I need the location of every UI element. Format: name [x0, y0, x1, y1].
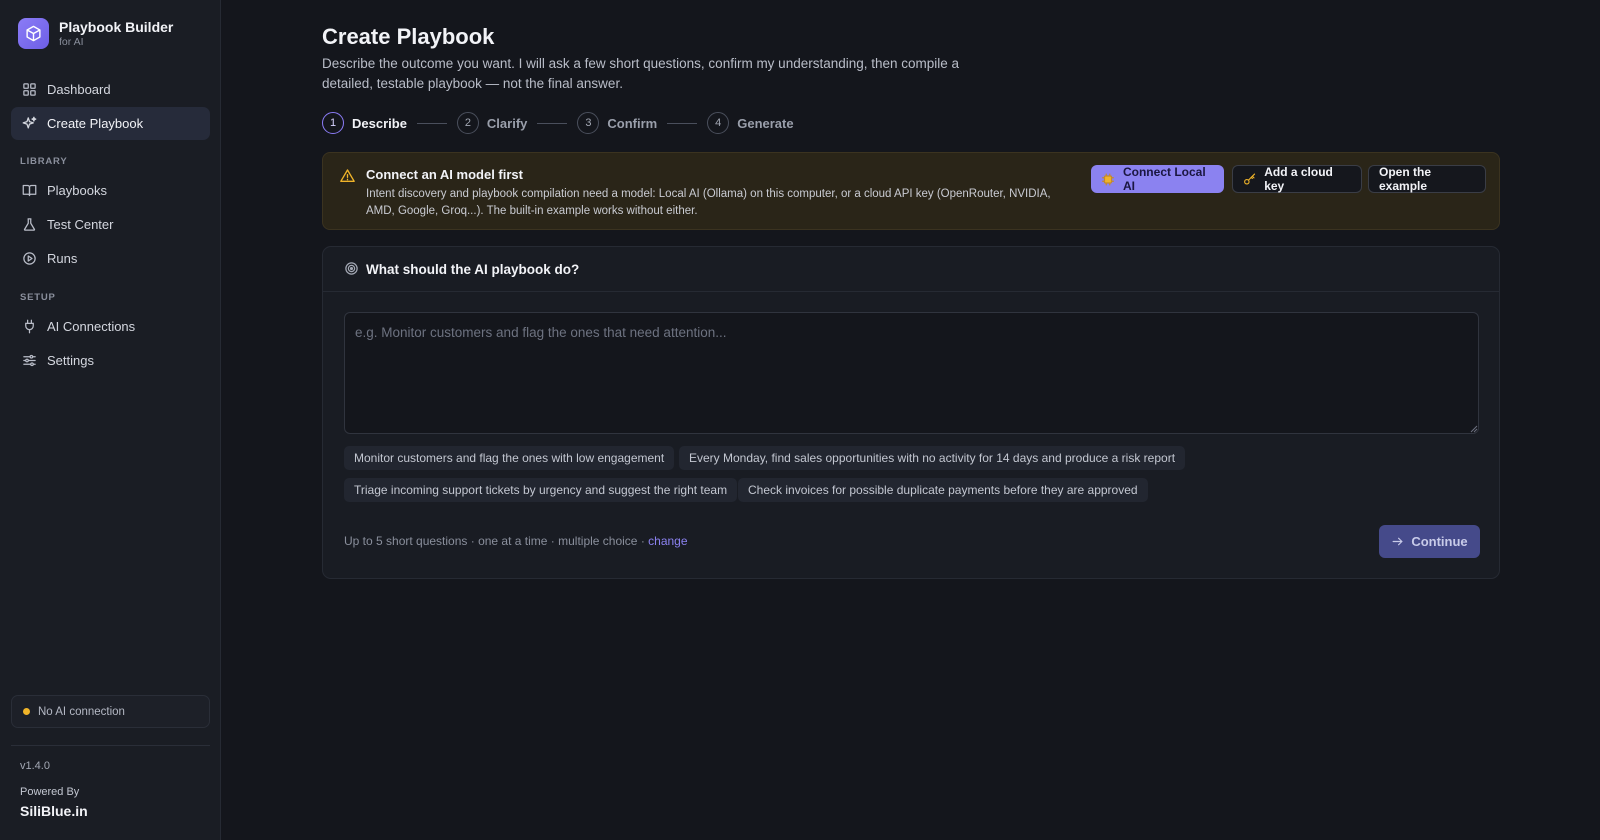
sidebar-item-runs[interactable]: Runs: [11, 242, 210, 275]
step-describe[interactable]: 1 Describe: [322, 112, 407, 134]
app-subtitle: for AI: [59, 35, 84, 48]
grid-icon: [23, 83, 36, 96]
connection-status-text: No AI connection: [38, 705, 125, 718]
arrow-right-icon: [1392, 537, 1403, 546]
section-heading-library: LIBRARY: [20, 156, 68, 167]
step-connector: [667, 122, 698, 124]
key-icon: [1244, 173, 1256, 185]
step-number: 3: [577, 112, 600, 134]
continue-button[interactable]: Continue: [1379, 525, 1480, 558]
connection-status[interactable]: No AI connection: [11, 695, 210, 728]
hint-text: Up to 5 short questions · one at a time …: [344, 534, 649, 548]
question-settings-hint: Up to 5 short questions · one at a time …: [344, 534, 688, 548]
powered-by-label: Powered By: [20, 786, 80, 798]
play-circle-icon: [23, 252, 36, 265]
page-title: Create Playbook: [322, 24, 495, 49]
book-icon: [22, 184, 37, 197]
sidebar-item-label: Create Playbook: [47, 116, 144, 131]
connect-local-ai-button[interactable]: Connect Local AI: [1091, 165, 1224, 193]
open-example-button[interactable]: Open the example: [1368, 165, 1486, 193]
alert-title: Connect an AI model first: [366, 167, 523, 182]
sidebar-item-create-playbook[interactable]: Create Playbook: [11, 107, 210, 140]
step-clarify[interactable]: 2 Clarify: [456, 112, 528, 134]
alert-text: Intent discovery and playbook compilatio…: [366, 188, 1051, 217]
stepper: 1 Describe 2 Clarify 3 Confirm 4 Generat…: [322, 111, 794, 135]
cube-logo-icon: [18, 18, 49, 49]
sidebar-item-label: Runs: [47, 251, 78, 266]
sliders-icon: [23, 354, 36, 367]
target-icon: [345, 262, 358, 275]
step-number: 4: [707, 112, 730, 134]
cpu-icon: [1102, 173, 1114, 185]
section-heading-setup: SETUP: [20, 292, 56, 303]
suggestion-chip[interactable]: Triage incoming support tickets by urgen…: [344, 478, 738, 502]
card-title: What should the AI playbook do?: [366, 262, 580, 277]
sidebar-item-label: AI Connections: [47, 319, 136, 334]
suggestion-chip[interactable]: Every Monday, find sales opportunities w…: [679, 446, 1186, 470]
brand[interactable]: Playbook Builder for AI: [18, 18, 173, 49]
step-generate[interactable]: 4 Generate: [707, 112, 794, 134]
page-description: Describe the outcome you want. I will as…: [322, 56, 960, 91]
button-label: Continue: [1411, 534, 1468, 549]
sidebar-divider: [11, 745, 210, 746]
button-label: Connect Local AI: [1122, 165, 1206, 193]
sidebar: Playbook Builder for AI Dashboard Create…: [0, 0, 221, 840]
step-connector: [416, 122, 447, 124]
sidebar-item-playbooks[interactable]: Playbooks: [11, 174, 210, 207]
step-label: Generate: [737, 115, 794, 131]
resize-handle-icon[interactable]: [1470, 425, 1478, 433]
sidebar-item-label: Settings: [47, 353, 94, 368]
app-version: v1.4.0: [20, 760, 50, 772]
add-cloud-key-button[interactable]: Add a cloud key: [1232, 165, 1362, 193]
sidebar-item-settings[interactable]: Settings: [11, 344, 210, 377]
prompt-card: What should the AI playbook do? Monitor …: [322, 246, 1500, 579]
sidebar-item-dashboard[interactable]: Dashboard: [11, 73, 210, 106]
connect-ai-alert: Connect an AI model first Intent discove…: [322, 152, 1500, 230]
step-connector: [537, 122, 568, 124]
button-label: Add a cloud key: [1264, 165, 1333, 193]
step-number: 2: [456, 112, 479, 134]
playbook-goal-input[interactable]: [344, 312, 1479, 434]
step-label: Describe: [352, 115, 407, 131]
powered-by-brand[interactable]: SiliBlue.in: [20, 803, 88, 819]
step-label: Confirm: [607, 115, 658, 131]
flask-icon: [23, 218, 36, 231]
sidebar-item-label: Dashboard: [47, 82, 111, 97]
sidebar-item-ai-connections[interactable]: AI Connections: [11, 310, 210, 343]
sparkle-icon: [22, 116, 37, 129]
status-dot-icon: [23, 708, 30, 715]
suggestion-chip[interactable]: Monitor customers and flag the ones with…: [344, 446, 675, 470]
change-settings-link[interactable]: change: [648, 534, 687, 548]
step-confirm[interactable]: 3 Confirm: [577, 112, 657, 134]
sidebar-item-test-center[interactable]: Test Center: [11, 208, 210, 241]
step-label: Clarify: [486, 115, 528, 131]
card-header: What should the AI playbook do?: [323, 247, 1499, 292]
step-number: 1: [322, 112, 344, 134]
suggestion-chip[interactable]: Check invoices for possible duplicate pa…: [738, 478, 1148, 502]
sidebar-item-label: Test Center: [47, 217, 114, 232]
plug-icon: [25, 319, 34, 334]
button-label: Open the example: [1379, 165, 1432, 193]
app-title: Playbook Builder: [59, 18, 174, 35]
sidebar-item-label: Playbooks: [47, 183, 107, 198]
warning-icon: [340, 169, 355, 182]
